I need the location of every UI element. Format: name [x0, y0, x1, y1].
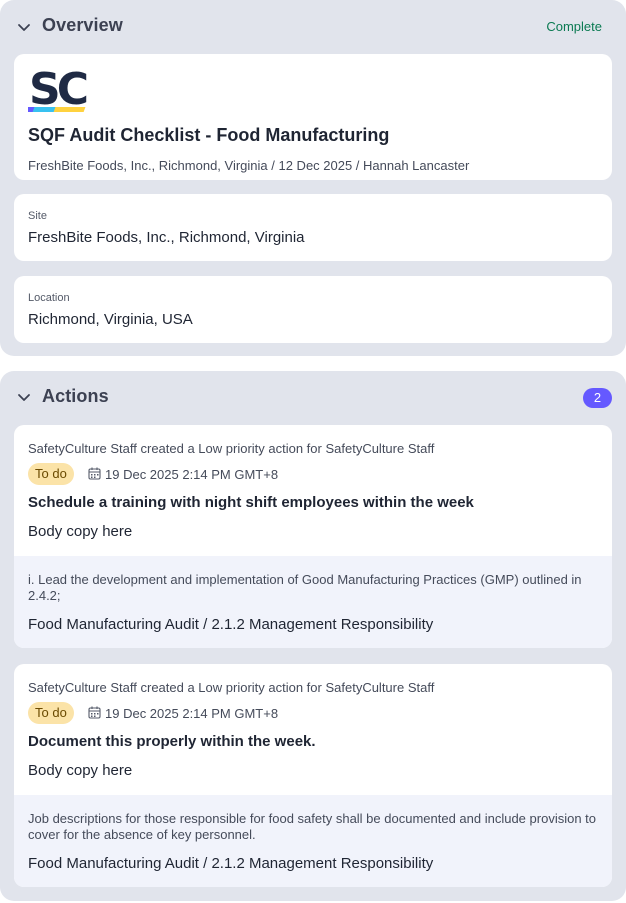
document-subtitle: FreshBite Foods, Inc., Richmond, Virgini… — [28, 158, 470, 173]
action-body: Body copy here — [28, 523, 133, 540]
site-field: Site FreshBite Foods, Inc., Richmond, Vi… — [14, 194, 612, 261]
action-title: Document this properly within the week. — [28, 733, 316, 750]
action-card[interactable]: SafetyCulture Staff created a Low priori… — [14, 425, 612, 648]
document-title: SQF Audit Checklist - Food Manufacturing — [28, 125, 390, 145]
action-reference-text: Job descriptions for those responsible f… — [28, 811, 597, 842]
location-label: Location — [28, 292, 70, 304]
action-meta: SafetyCulture Staff created a Low priori… — [28, 680, 435, 695]
action-source-path: Food Manufacturing Audit / 2.1.2 Managem… — [28, 616, 434, 633]
status-badge: Complete — [546, 19, 602, 34]
calendar-icon — [88, 467, 101, 480]
calendar-icon — [88, 706, 101, 719]
action-reference-text: i. Lead the development and implementati… — [28, 572, 582, 603]
site-value: FreshBite Foods, Inc., Richmond, Virgini… — [28, 229, 305, 246]
actions-count-badge: 2 — [583, 388, 612, 408]
action-status-badge: To do — [28, 463, 74, 485]
overview-section: Overview Complete SC SQF Audit Checklist… — [0, 0, 626, 356]
document-header-card: SC SQF Audit Checklist - Food Manufactur… — [14, 54, 612, 180]
action-title: Schedule a training with night shift emp… — [28, 494, 474, 511]
action-source-path: Food Manufacturing Audit / 2.1.2 Managem… — [28, 855, 434, 872]
chevron-down-icon[interactable] — [16, 389, 32, 405]
action-meta: SafetyCulture Staff created a Low priori… — [28, 441, 435, 456]
chevron-down-icon[interactable] — [16, 19, 32, 35]
overview-heading[interactable]: Overview — [42, 15, 123, 36]
actions-heading[interactable]: Actions — [42, 386, 109, 407]
action-linked-question: Job descriptions for those responsible f… — [14, 795, 612, 887]
action-due-date: 19 Dec 2025 2:14 PM GMT+8 — [105, 706, 279, 721]
action-due-date: 19 Dec 2025 2:14 PM GMT+8 — [105, 467, 279, 482]
site-label: Site — [28, 210, 47, 222]
location-value: Richmond, Virginia, USA — [28, 311, 193, 328]
action-body: Body copy here — [28, 762, 133, 779]
action-linked-question: i. Lead the development and implementati… — [14, 556, 612, 648]
safetyculture-logo: SC — [28, 67, 91, 115]
action-card[interactable]: SafetyCulture Staff created a Low priori… — [14, 664, 612, 887]
action-status-badge: To do — [28, 702, 74, 724]
location-field: Location Richmond, Virginia, USA — [14, 276, 612, 343]
